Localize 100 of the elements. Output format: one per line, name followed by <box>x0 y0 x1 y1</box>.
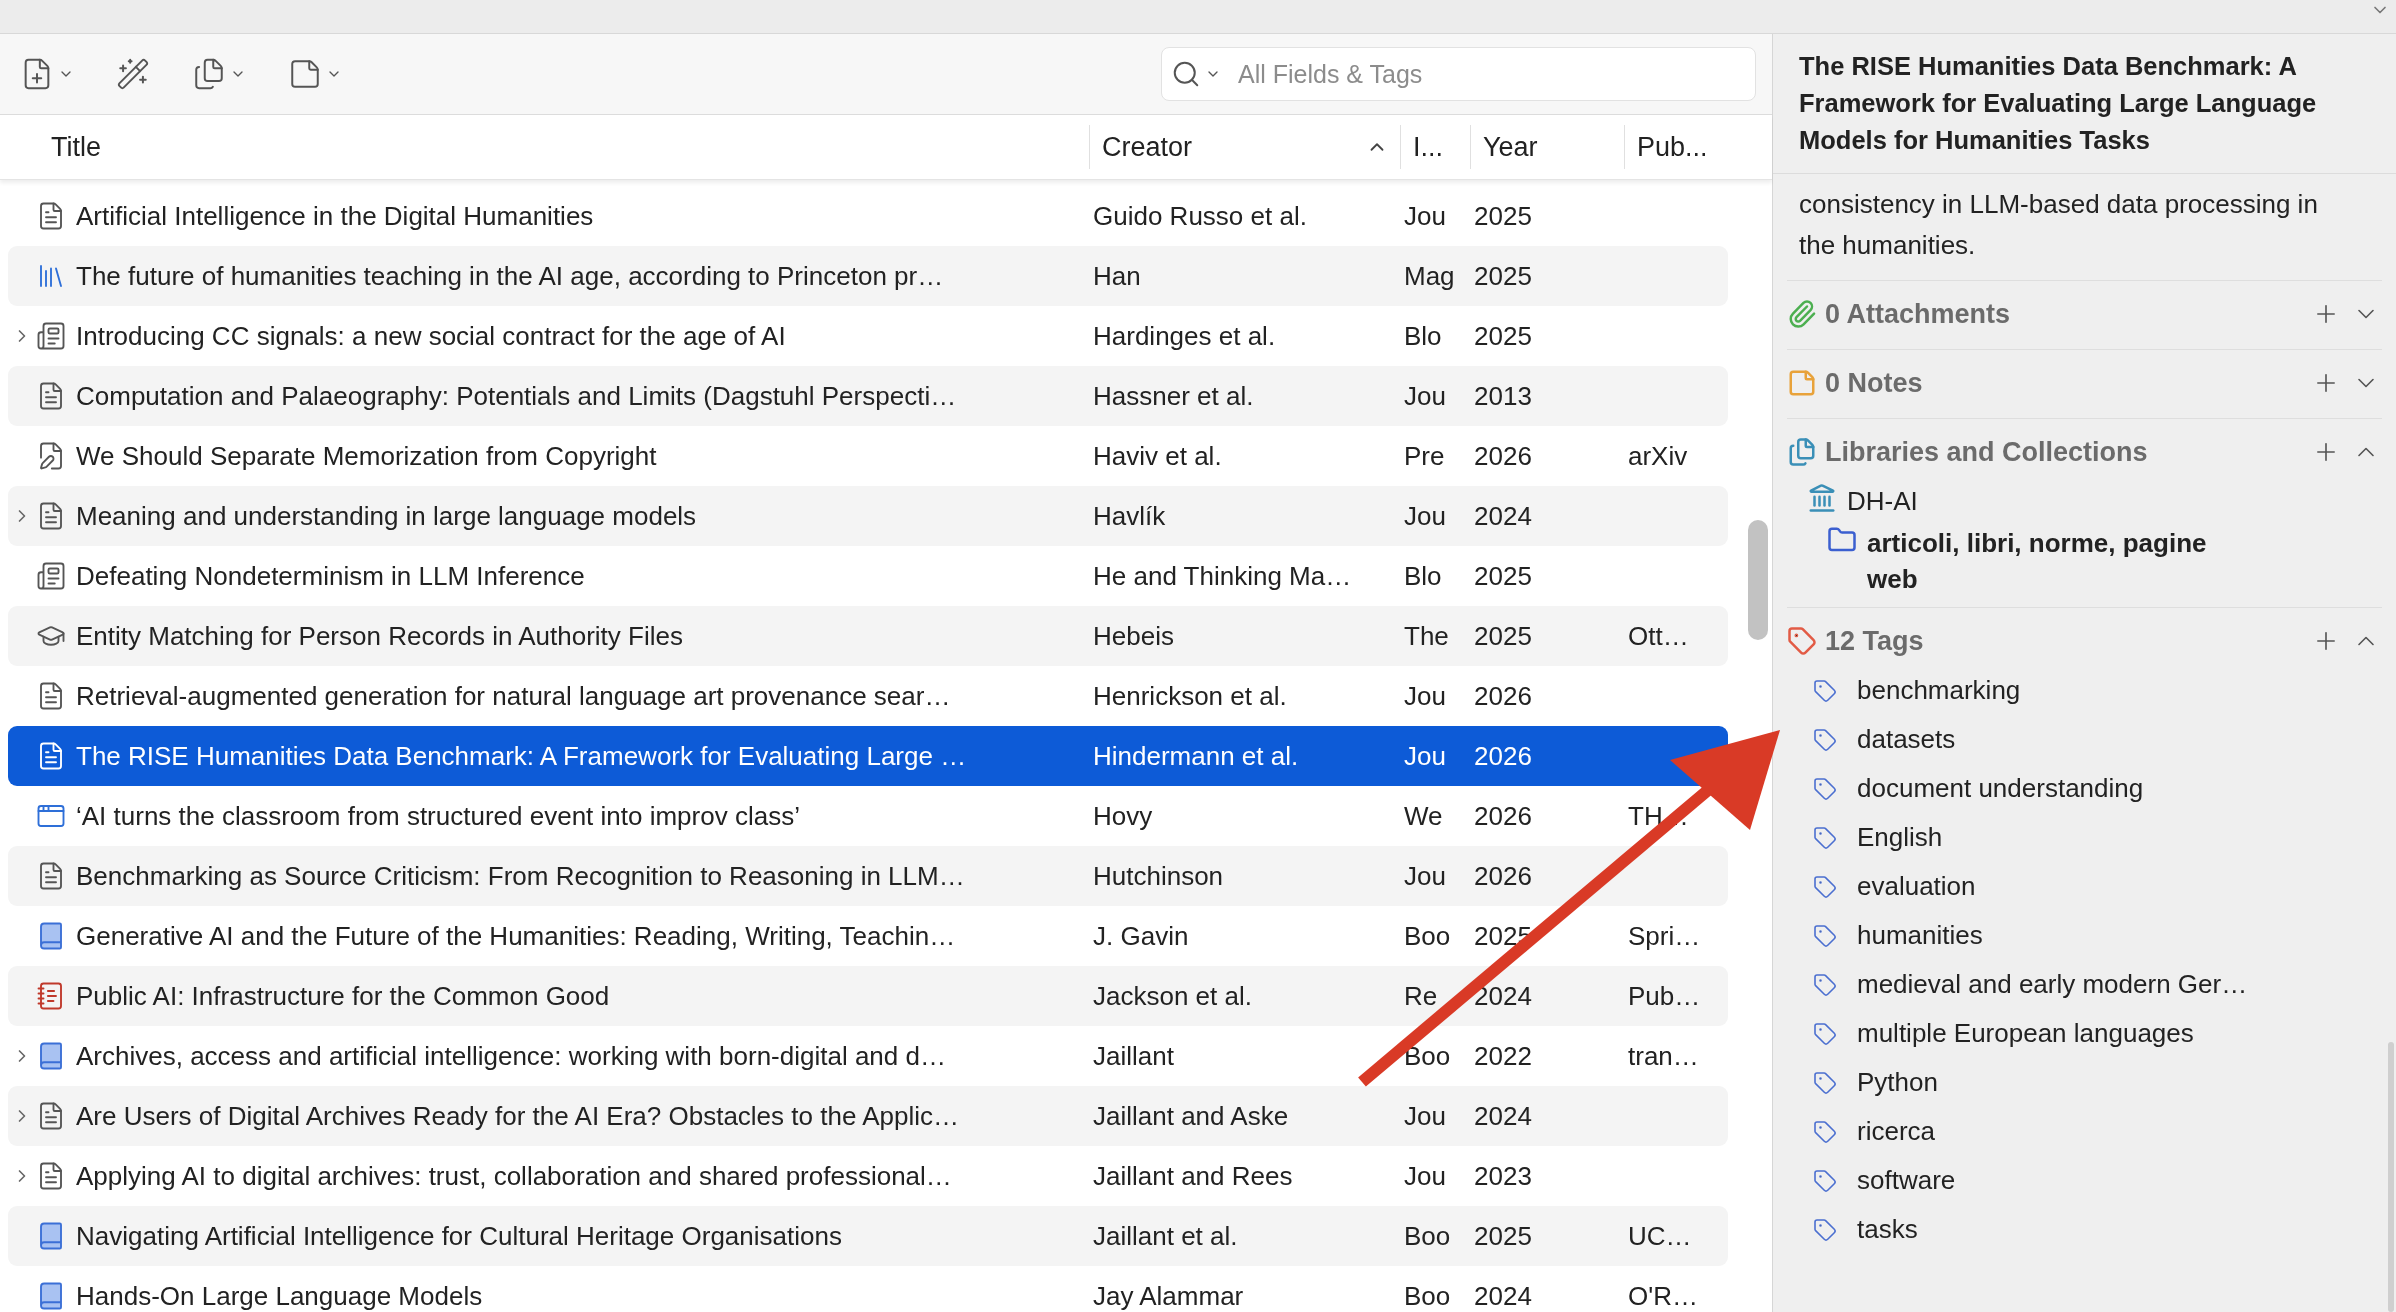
tag-label[interactable]: ricerca <box>1857 1116 1935 1147</box>
tag-icon <box>1813 972 1837 997</box>
scrollbar-thumb[interactable] <box>2388 1042 2394 1312</box>
title-cell: Defeating Nondeterminism in LLM Inference <box>76 560 585 592</box>
item-row[interactable]: We Should Separate Memorization from Copyright Haviv et al. Pre 2026 arXiv <box>8 426 1728 486</box>
title-cell: Meaning and understanding in large language models <box>76 500 697 532</box>
title-cell: Benchmarking as Source Criticism: From Recognition to Reasoning in LLM… <box>76 860 965 892</box>
paperclip-icon <box>1787 299 1817 329</box>
tag-icon <box>1813 1021 1837 1046</box>
item-type-cell-text: Mag <box>1403 260 1456 292</box>
column-header[interactable]: Year <box>1470 125 1624 169</box>
item-row[interactable]: Retrieval-augmented generation for natural language art provenance sear… Henrickson et al. Jou 2026 <box>8 666 1728 726</box>
item-row[interactable]: Introducing CC signals: a new social contract for the age of AI Hardinges et al. Blo 2025 <box>8 306 1728 366</box>
title-cell: Generative AI and the Future of the Humanities: Reading, Writing, Teachin… <box>76 920 956 952</box>
tag-label[interactable]: software <box>1857 1165 1956 1196</box>
column-header[interactable]: Title <box>8 125 1089 169</box>
title-cell: Retrieval-augmented generation for natural language art provenance sear… <box>76 680 951 712</box>
year-cell-text: 2024 <box>1473 1280 1533 1312</box>
tag-icon <box>1813 1070 1837 1095</box>
tag-label[interactable]: benchmarking <box>1857 675 2021 706</box>
search-field[interactable]: All Fields & Tags <box>1161 47 1756 101</box>
item-type-cell-text: Boo <box>1403 1220 1452 1252</box>
year-cell-text: 2026 <box>1473 440 1533 472</box>
tag-icon <box>1813 727 1837 752</box>
publication-cell-text: Pub… <box>1627 980 1702 1012</box>
scrollbar-thumb[interactable] <box>1748 520 1768 640</box>
creator-cell-text: Haviv et al. <box>1092 440 1223 472</box>
item-type-cell-text: Jou <box>1403 680 1447 712</box>
tag-label[interactable]: medieval and early modern Ger… <box>1857 969 2248 1000</box>
item-row[interactable]: The RISE Humanities Data Benchmark: A Framework for Evaluating Large … Hindermann et al. Jou 2026 <box>8 726 1728 786</box>
item-type-cell-text: Blo <box>1403 320 1443 352</box>
tag-icon <box>1813 923 1837 948</box>
creator-cell-text: Jaillant et al. <box>1092 1220 1239 1252</box>
item-type-cell-text: Blo <box>1403 560 1443 592</box>
item-row[interactable]: Entity Matching for Person Records in Authority Files Hebeis The 2025 Ott… <box>8 606 1728 666</box>
year-cell-text: 2025 <box>1473 1220 1533 1252</box>
item-row[interactable]: Applying AI to digital archives: trust, collaboration and shared professional… Jaillant and Rees Jou 2023 <box>8 1146 1728 1206</box>
creator-cell-text: Hassner et al. <box>1092 380 1255 412</box>
year-cell-text: 2026 <box>1473 680 1533 712</box>
creator-cell-text: Hardinges et al. <box>1092 320 1277 352</box>
creator-cell-text: Jaillant and Rees <box>1092 1160 1294 1192</box>
creator-cell-text: Jaillant <box>1092 1040 1175 1072</box>
column-header[interactable]: Pub... <box>1624 125 1735 169</box>
title-cell: The future of humanities teaching in the AI age, according to Princeton pr… <box>76 260 944 292</box>
tag-label[interactable]: datasets <box>1857 724 1956 755</box>
year-cell-text: 2013 <box>1473 380 1533 412</box>
tag-label[interactable]: evaluation <box>1857 871 1976 902</box>
creator-cell-text: Hindermann et al. <box>1092 740 1300 772</box>
item-row[interactable]: Computation and Palaeography: Potentials and Limits (Dagstuhl Perspecti… Hassner et al. Jou 2013 <box>8 366 1728 426</box>
newspaper-icon <box>36 321 66 351</box>
magic-wand-icon <box>116 57 150 91</box>
tag-label[interactable]: Python <box>1857 1067 1938 1098</box>
tag-label[interactable]: English <box>1857 822 1943 853</box>
year-cell-text: 2024 <box>1473 1100 1533 1132</box>
publication-cell-text: arXiv <box>1627 440 1689 472</box>
note-icon <box>288 57 322 91</box>
item-row[interactable]: Hands-On Large Language Models Jay Alammar Boo 2024 O'R… <box>8 1266 1728 1312</box>
item-row[interactable]: Benchmarking as Source Criticism: From Recognition to Reasoning in LLM… Hutchinson Jou 2026 <box>8 846 1728 906</box>
item-row[interactable]: The future of humanities teaching in the AI age, according to Princeton pr… Han Mag 2025 <box>8 246 1728 306</box>
creator-cell-text: Jaillant and Aske <box>1092 1100 1290 1132</box>
creator-cell-text: J. Gavin <box>1092 920 1190 952</box>
year-cell-text: 2025 <box>1473 260 1533 292</box>
item-row[interactable]: Defeating Nondeterminism in LLM Inference He and Thinking Ma… Blo 2025 <box>8 546 1728 606</box>
tag-icon <box>1813 678 1837 703</box>
title-cell: Computation and Palaeography: Potentials and Limits (Dagstuhl Perspecti… <box>76 380 957 412</box>
creator-cell-text: Hutchinson <box>1092 860 1225 892</box>
item-row[interactable]: Meaning and understanding in large language models Havlík Jou 2024 <box>8 486 1728 546</box>
item-row[interactable]: Are Users of Digital Archives Ready for the AI Era? Obstacles to the Applic… Jaillant and Aske Jou 2024 <box>8 1086 1728 1146</box>
creator-cell-text: Han <box>1092 260 1142 292</box>
item-row[interactable]: Artificial Intelligence in the Digital Humanities Guido Russo et al. Jou 2025 <box>8 186 1728 246</box>
tag-icon <box>1813 776 1837 801</box>
year-cell-text: 2025 <box>1473 200 1533 232</box>
publication-cell-text: Spri… <box>1627 920 1702 952</box>
tag-icon <box>1813 825 1837 850</box>
collection-name[interactable]: articoli, libri, norme, pagine web <box>1867 525 2227 597</box>
library-name[interactable]: DH-AI <box>1847 483 2207 519</box>
year-cell-text: 2026 <box>1473 860 1533 892</box>
tag-label[interactable]: tasks <box>1857 1214 1918 1245</box>
item-type-cell-text: Jou <box>1403 500 1447 532</box>
year-cell-text: 2024 <box>1473 500 1533 532</box>
tag-label[interactable]: humanities <box>1857 920 1983 951</box>
title-cell: Hands-On Large Language Models <box>76 1280 483 1312</box>
title-cell: ‘AI turns the classroom from structured event into improv class’ <box>76 800 800 832</box>
tag-label[interactable]: multiple European languages <box>1857 1018 2194 1049</box>
tag-label[interactable]: document understanding <box>1857 773 2144 804</box>
item-row[interactable]: Navigating Artificial Intelligence for Cultural Heritage Organisations Jaillant et al. Boo 2025 UC… <box>8 1206 1728 1266</box>
creator-cell-text: Hebeis <box>1092 620 1175 652</box>
title-cell: Artificial Intelligence in the Digital Humanities <box>76 200 594 232</box>
item-row[interactable]: Public AI: Infrastructure for the Common Good Jackson et al. Re 2024 Pub… <box>8 966 1728 1026</box>
column-header[interactable]: I... <box>1400 125 1470 169</box>
tag-icon <box>1813 1119 1837 1144</box>
title-cell: Are Users of Digital Archives Ready for the AI Era? Obstacles to the Applic… <box>76 1100 959 1132</box>
title-cell: The RISE Humanities Data Benchmark: A Framework for Evaluating Large … <box>76 740 967 772</box>
item-type-cell-text: Jou <box>1403 1160 1447 1192</box>
year-cell-text: 2022 <box>1473 1040 1533 1072</box>
library-icon <box>1807 483 1837 513</box>
column-header[interactable]: Creator <box>1089 125 1400 169</box>
item-type-cell-text: Pre <box>1403 440 1446 472</box>
section-heading: 0 Notes <box>1825 367 1924 399</box>
search-icon[interactable] <box>1171 59 1201 89</box>
